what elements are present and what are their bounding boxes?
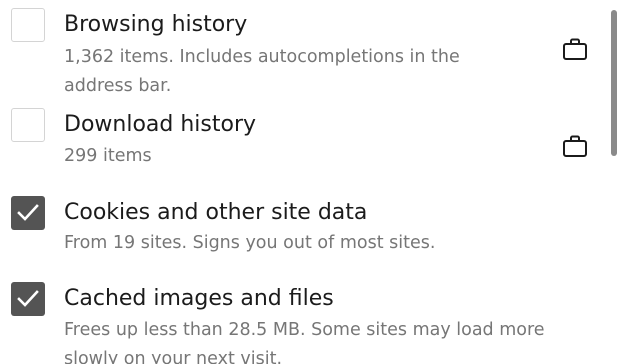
list-item-download-history[interactable]: Download history 299 items: [0, 100, 600, 190]
checkmark-icon: [17, 290, 39, 307]
briefcase-icon: [563, 38, 587, 60]
list-item-browsing-history[interactable]: Browsing history 1,362 items. Includes a…: [0, 0, 600, 100]
cookies-checkbox[interactable]: [11, 196, 45, 230]
browsing-history-title: Browsing history: [64, 12, 248, 37]
briefcase-icon: [563, 135, 587, 157]
list-item-cookies[interactable]: Cookies and other site data From 19 site…: [0, 190, 600, 278]
cookies-description: From 19 sites. Signs you out of most sit…: [64, 233, 436, 253]
browsing-history-checkbox[interactable]: [11, 8, 45, 42]
cookies-title: Cookies and other site data: [64, 200, 368, 225]
browsing-history-description: 1,362 items. Includes autocompletions in…: [64, 47, 460, 96]
download-history-title: Download history: [64, 112, 257, 137]
checkmark-icon: [17, 204, 39, 221]
cached-images-title: Cached images and files: [64, 286, 334, 311]
scrollbar[interactable]: [611, 10, 617, 156]
list-item-cached-images[interactable]: Cached images and files Frees up less th…: [0, 278, 600, 364]
cached-images-checkbox[interactable]: [11, 282, 45, 316]
clear-browsing-data-list: Browsing history 1,362 items. Includes a…: [0, 0, 619, 364]
cached-images-description: Frees up less than 28.5 MB. Some sites m…: [64, 320, 545, 364]
download-history-description: 299 items: [64, 146, 152, 166]
download-history-checkbox[interactable]: [11, 108, 45, 142]
